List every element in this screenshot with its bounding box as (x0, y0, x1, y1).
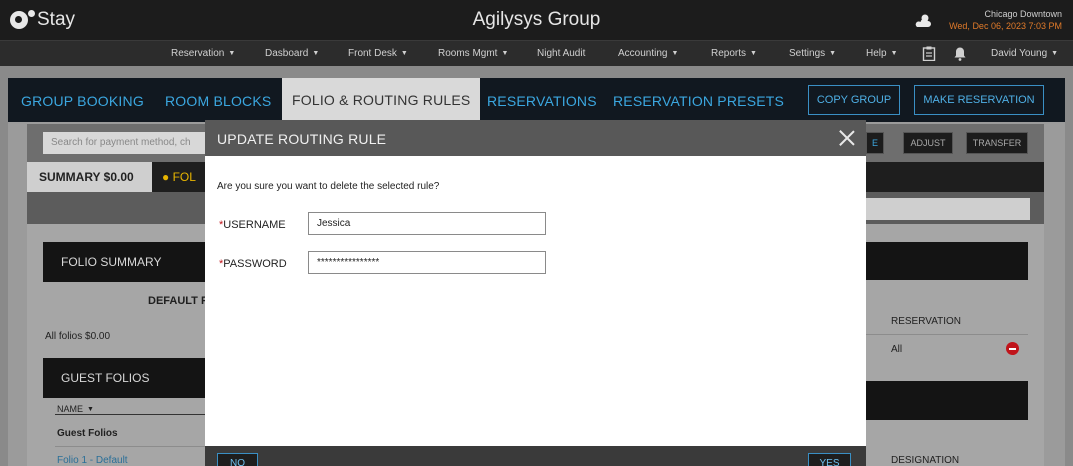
adjust-button[interactable]: ADJUST (903, 132, 953, 154)
nav-label: Help (866, 48, 887, 59)
tab-folio-routing-rules[interactable]: FOLIO & ROUTING RULES (282, 78, 481, 122)
app-root: Stay Agilysys Group Chicago Downtown Wed… (0, 0, 1073, 466)
folio-summary-header: FOLIO SUMMARY (43, 242, 208, 282)
dialog-footer (205, 446, 866, 466)
location-name: Chicago Downtown (984, 9, 1062, 19)
property-location[interactable]: Chicago Downtown Wed, Dec 06, 2023 7:03 … (949, 8, 1062, 32)
password-field[interactable] (308, 251, 546, 274)
nav-label: Settings (789, 48, 826, 59)
chevron-down-icon: ▼ (829, 50, 837, 57)
header-divider (55, 414, 208, 415)
nav-label: Front Desk (348, 48, 397, 59)
user-name: David Young (991, 48, 1048, 59)
yes-button[interactable]: YES (808, 453, 851, 466)
designation-column-header: DESIGNATION (891, 455, 960, 466)
nav-reports[interactable]: Reports ▼ (711, 48, 757, 59)
chevron-down-icon: ▼ (890, 50, 898, 57)
tab-folio[interactable]: ● FOL (162, 170, 196, 184)
confirm-message: Are you sure you want to delete the sele… (217, 181, 440, 192)
chevron-down-icon: ▼ (228, 50, 236, 57)
nav-dashboard[interactable]: Dasboard ▼ (265, 48, 319, 59)
nav-help[interactable]: Help ▼ (866, 48, 898, 59)
right-header-1 (866, 242, 1028, 280)
username-field[interactable] (308, 212, 546, 235)
sort-icon: ▼ (87, 406, 94, 413)
username-label: *USERNAME (219, 219, 286, 231)
tab-room-blocks[interactable]: ROOM BLOCKS (165, 93, 271, 109)
dialog-header: UPDATE ROUTING RULE (205, 120, 866, 156)
dialog-title: UPDATE ROUTING RULE (217, 131, 387, 147)
nav-night-audit[interactable]: Night Audit (537, 48, 585, 59)
nav-label: Rooms Mgmt (438, 48, 498, 59)
logo-dot-icon (28, 9, 35, 17)
guest-folios-header: GUEST FOLIOS (43, 358, 208, 398)
close-icon[interactable] (838, 129, 856, 147)
main-nav: Reservation ▼ Dasboard ▼ Front Desk ▼ Rooms… (0, 40, 1073, 66)
reservation-value: All (891, 344, 903, 355)
password-label-text: PASSWORD (223, 258, 287, 270)
nav-settings[interactable]: Settings ▼ (789, 48, 836, 59)
no-button[interactable]: NO (217, 453, 258, 466)
nav-label: Reservation (171, 48, 225, 59)
payment-search-input[interactable]: Search for payment method, ch (43, 132, 208, 154)
app-title: Agilysys Group (472, 9, 601, 30)
logo-icon (10, 11, 28, 29)
default-folio-label: DEFAULT F (148, 295, 208, 307)
guest-folios-row: Guest Folios (57, 428, 118, 439)
make-reservation-button[interactable]: MAKE RESERVATION (914, 85, 1044, 115)
password-label: *PASSWORD (219, 258, 287, 270)
nav-rooms-mgmt[interactable]: Rooms Mgmt ▼ (438, 48, 508, 59)
current-datetime: Wed, Dec 06, 2023 7:03 PM (949, 21, 1062, 31)
tab-summary[interactable]: SUMMARY $0.00 (27, 162, 152, 192)
name-col-label: NAME (57, 404, 84, 414)
reservation-column-header: RESERVATION (891, 316, 962, 327)
tab-group-booking[interactable]: GROUP BOOKING (21, 93, 144, 109)
chevron-down-icon: ▼ (501, 50, 509, 57)
name-column-header[interactable]: NAME ▼ (57, 404, 94, 414)
nav-accounting[interactable]: Accounting ▼ (618, 48, 678, 59)
weather-icon (915, 14, 931, 27)
bell-icon[interactable] (953, 46, 967, 61)
group-tabs-bar: GROUP BOOKING ROOM BLOCKS FOLIO & ROUTIN… (8, 78, 1065, 122)
top-header: Stay Agilysys Group Chicago Downtown Wed… (0, 0, 1073, 40)
logo-text: Stay (37, 9, 76, 30)
star-icon: ● (162, 170, 170, 184)
nav-label: Dasboard (265, 48, 309, 59)
nav-label: Accounting (618, 48, 668, 59)
folio-tab-label: FOL (172, 170, 196, 184)
all-folios-total: All folios $0.00 (45, 331, 111, 342)
nav-label: Reports (711, 48, 747, 59)
chevron-down-icon: ▼ (671, 50, 679, 57)
username-label-text: USERNAME (223, 219, 286, 231)
chevron-down-icon: ▼ (1051, 50, 1059, 57)
clipboard-icon[interactable] (922, 46, 936, 61)
chevron-down-icon: ▼ (312, 50, 320, 57)
folio-1-link[interactable]: Folio 1 - Default (57, 455, 128, 466)
chevron-down-icon: ▼ (400, 50, 408, 57)
user-menu[interactable]: David Young ▼ (991, 48, 1058, 59)
logo[interactable]: Stay (10, 8, 75, 32)
reservation-divider (866, 334, 1028, 335)
nav-reservation[interactable]: Reservation ▼ (171, 48, 235, 59)
chevron-down-icon: ▼ (750, 50, 757, 57)
right-header-2 (866, 381, 1028, 420)
filter-input[interactable] (866, 198, 1030, 220)
update-routing-rule-dialog: UPDATE ROUTING RULE Are you sure you wan… (205, 120, 866, 466)
nav-label: Night Audit (537, 48, 586, 59)
row-divider (55, 446, 208, 447)
remove-icon[interactable] (1006, 342, 1019, 355)
nav-front-desk[interactable]: Front Desk ▼ (348, 48, 408, 59)
tab-reservations[interactable]: RESERVATIONS (487, 93, 597, 109)
e-button[interactable]: E (866, 132, 884, 154)
tab-reservation-presets[interactable]: RESERVATION PRESETS (613, 93, 784, 109)
copy-group-button[interactable]: COPY GROUP (808, 85, 900, 115)
transfer-button[interactable]: TRANSFER (966, 132, 1028, 154)
